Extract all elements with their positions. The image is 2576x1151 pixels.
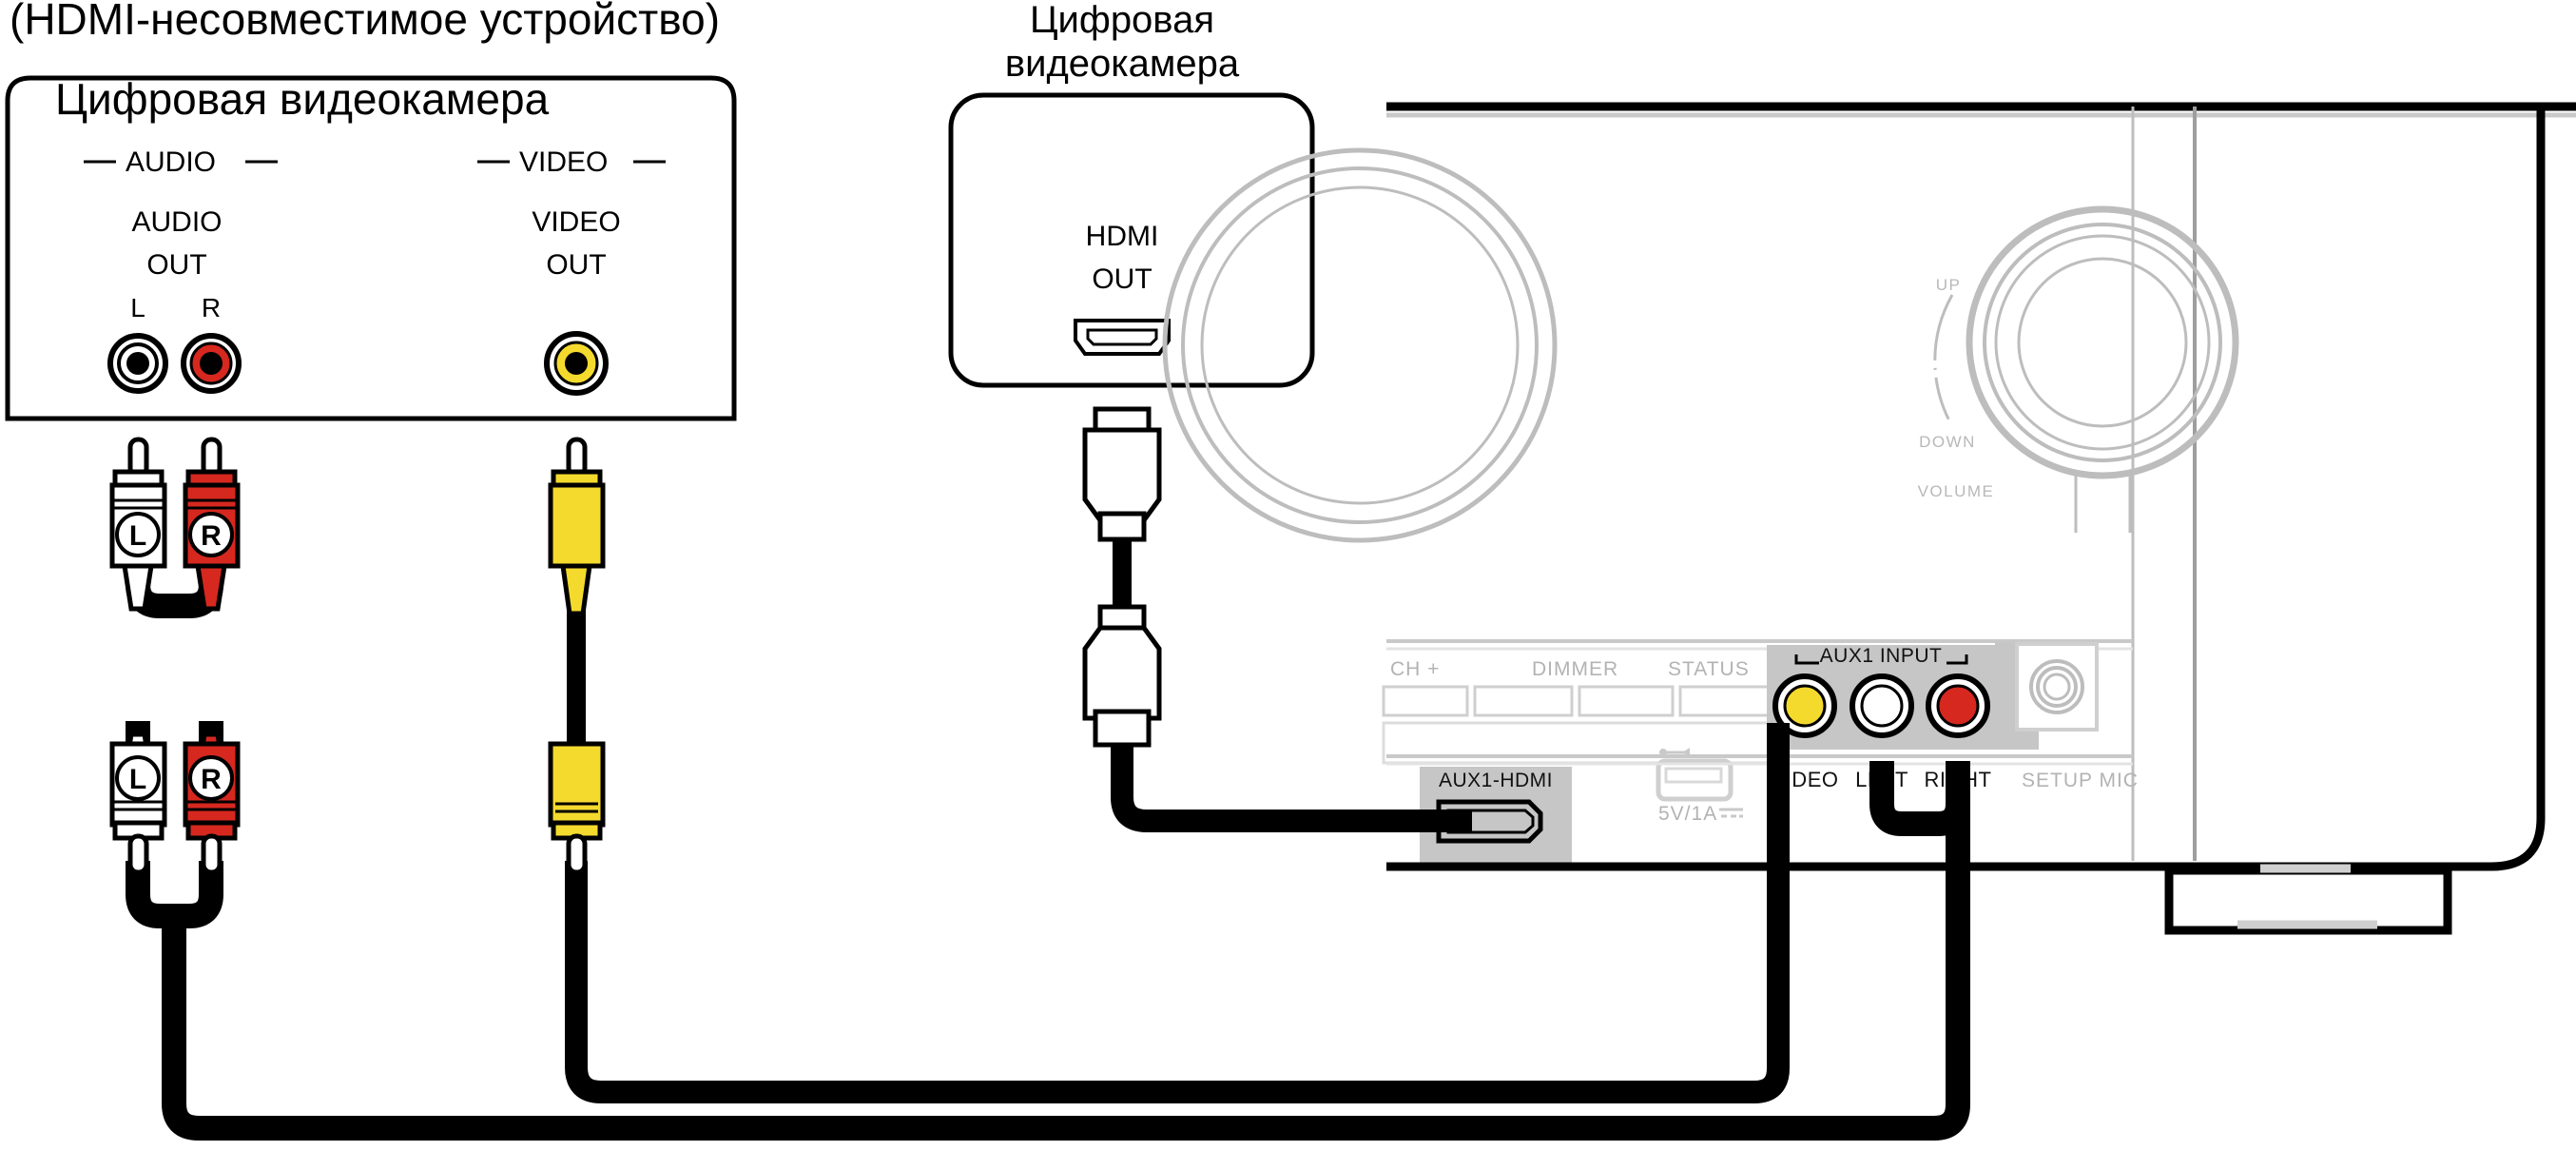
video-out-jack[interactable] xyxy=(544,331,609,396)
hdmi-camcorder-title-line1: Цифровая xyxy=(1030,0,1214,41)
audio-plug-bottom-left-letter: L xyxy=(129,764,146,795)
hdmi-out-label-line1: HDMI xyxy=(1086,221,1159,252)
video-group-label: VIDEO xyxy=(519,146,608,178)
audio-group-label: AUDIO xyxy=(126,146,216,178)
volume-down-label: DOWN xyxy=(1919,433,1976,451)
diagram-canvas: (HDMI-несовместимое устройство) Цифровая… xyxy=(5,0,2576,1141)
aux1-hdmi-label: AUX1-HDMI xyxy=(1439,770,1553,791)
hdmi-camcorder-title-line2: видеокамера xyxy=(1005,43,1240,85)
audio-cable-lower-loop xyxy=(126,861,223,928)
audio-out-label-line1: AUDIO xyxy=(131,206,222,238)
video-plug-top xyxy=(548,437,606,616)
audio-cable-left-right-merge xyxy=(1869,761,1970,836)
hdmi-out-label-line2: OUT xyxy=(1092,263,1152,295)
volume-arc xyxy=(1933,294,1954,427)
button-sound-mode xyxy=(1678,685,1775,717)
analog-camcorder-device: (HDMI-несовместимое устройство) Цифровая… xyxy=(5,0,737,421)
hdmi-out-port[interactable] xyxy=(1074,319,1171,356)
audio-plug-top-left-letter: L xyxy=(129,520,146,552)
video-out-label-line2: OUT xyxy=(546,249,606,281)
audio-plug-top-right-letter: R xyxy=(201,520,222,552)
button-label-ch-plus: CH + xyxy=(1390,658,1440,680)
usb-power-label: 5V/1A xyxy=(1658,803,1717,825)
aux1-left-jack[interactable] xyxy=(1850,673,1914,738)
button-dimmer xyxy=(1473,685,1574,717)
button-ch-plus xyxy=(1382,685,1469,717)
aux1-input-group-label: AUX1 INPUT xyxy=(1820,645,1943,667)
video-cable-lower-run xyxy=(565,723,1790,1103)
audio-plug-bottom-right: R xyxy=(183,732,241,875)
volume-knob-label: VOLUME xyxy=(1918,482,1995,500)
button-label-status: STATUS xyxy=(1668,658,1750,680)
hdmi-incompatible-note: (HDMI-несовместимое устройство) xyxy=(10,0,720,44)
audio-plug-bottom-right-letter: R xyxy=(201,764,222,795)
volume-up-label: UP xyxy=(1936,276,1962,294)
video-plug-bottom xyxy=(548,739,606,875)
hdmi-connector-bottom xyxy=(1082,604,1162,748)
hdmi-camcorder-device: Цифровая видеокамера HDMI OUT xyxy=(948,0,1315,388)
setup-mic-recess xyxy=(2015,642,2099,732)
button-label-dimmer: DIMMER xyxy=(1532,658,1618,680)
analog-camcorder-title: Цифровая видеокамера xyxy=(55,74,550,124)
audio-left-jack-letter: L xyxy=(130,293,145,322)
dc-symbol-icon xyxy=(1719,808,1743,818)
aux1-right-jack[interactable] xyxy=(1926,673,1990,738)
audio-plug-top-right: R xyxy=(183,437,241,612)
button-status xyxy=(1578,685,1675,717)
audio-out-left-jack[interactable] xyxy=(107,333,168,394)
audio-right-jack-letter: R xyxy=(202,293,221,322)
audio-plug-top-left: L xyxy=(109,437,167,612)
video-out-label-line1: VIDEO xyxy=(532,206,620,238)
hdmi-connector-top xyxy=(1082,406,1162,542)
input-selector-knob[interactable] xyxy=(1162,147,1558,543)
audio-out-right-jack[interactable] xyxy=(181,333,242,394)
audio-out-label-line2: OUT xyxy=(146,249,206,281)
audio-plug-bottom-left: L xyxy=(109,732,167,875)
front-button-row[interactable] xyxy=(1382,685,1775,717)
receiver-foot xyxy=(2164,864,2452,935)
connection-diagram-page: (HDMI-несовместимое устройство) Цифровая… xyxy=(0,0,2576,1151)
setup-mic-label: SETUP MIC xyxy=(2022,770,2139,791)
